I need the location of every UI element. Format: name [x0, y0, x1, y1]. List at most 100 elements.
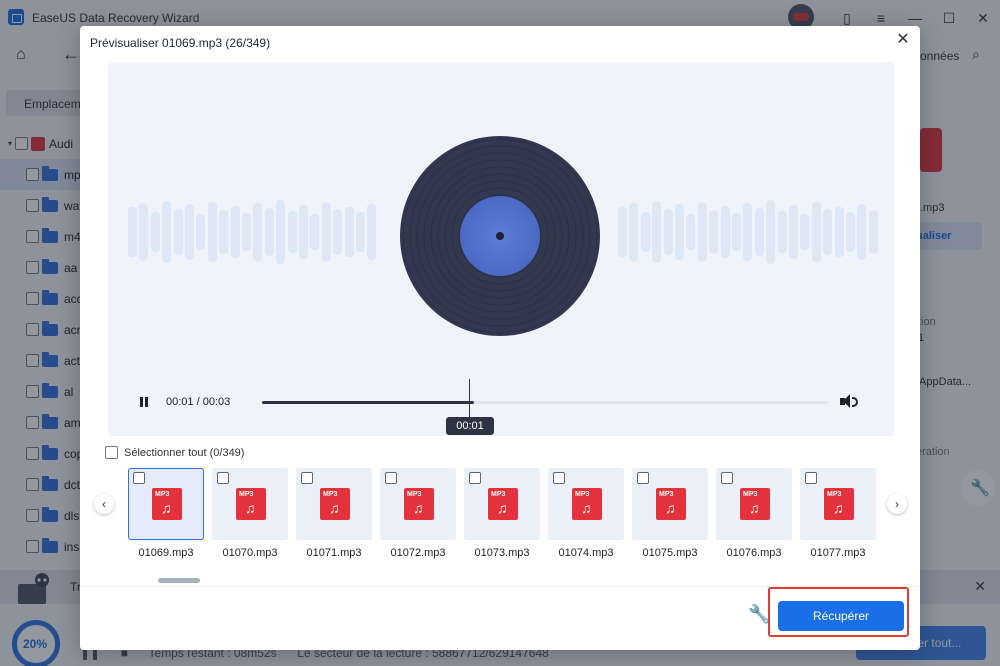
waveform-bar: [675, 204, 684, 260]
next-arrow-icon[interactable]: ›: [887, 494, 907, 514]
waveform-bar: [777, 211, 787, 253]
waveform-bar: [139, 203, 149, 261]
thumbnail-checkbox[interactable]: [637, 472, 649, 484]
volume-icon[interactable]: [840, 394, 858, 410]
audio-player: 00:01 / 00:03 00:01: [108, 62, 894, 436]
vinyl-record-icon: [400, 136, 600, 336]
thumbnail-name: 01076.mp3: [726, 547, 782, 559]
time-tooltip: 00:01: [446, 417, 494, 435]
waveform-bar: [356, 212, 365, 252]
thumbnail-checkbox[interactable]: [805, 472, 817, 484]
dialog-title: Prévisualiser 01069.mp3 (26/349): [90, 36, 271, 50]
thumbnail-name: 01069.mp3: [138, 547, 194, 559]
recover-button-label: Récupérer: [812, 609, 870, 623]
thumbnail-checkbox[interactable]: [553, 472, 565, 484]
thumbnail-checkbox[interactable]: [721, 472, 733, 484]
seek-bar-progress: [262, 401, 475, 404]
mp3-file-icon: MP3 ♫: [404, 488, 434, 520]
thumbnail-checkbox[interactable]: [385, 472, 397, 484]
waveform-bar: [652, 201, 662, 263]
waveform-bar: [823, 209, 833, 255]
mp3-file-icon: MP3 ♫: [236, 488, 266, 520]
waveform-bar: [663, 209, 673, 255]
thumbnail-checkbox[interactable]: [301, 472, 313, 484]
waveform-bar: [196, 214, 206, 250]
thumbnail-checkbox[interactable]: [217, 472, 229, 484]
waveform-bar: [242, 213, 251, 251]
thumbnail[interactable]: MP3 ♫ 01076.mp3: [716, 468, 792, 564]
mp3-file-icon: MP3 ♫: [320, 488, 350, 520]
waveform-bar: [162, 201, 172, 263]
waveform-bar: [789, 205, 798, 259]
waveform-bar: [743, 203, 753, 261]
waveform-bar: [811, 202, 821, 262]
mp3-file-icon: MP3 ♫: [488, 488, 518, 520]
thumbnail-checkbox[interactable]: [469, 472, 481, 484]
seek-handle[interactable]: [469, 379, 470, 419]
thumbnail-name: 01072.mp3: [390, 547, 446, 559]
horizontal-scrollbar[interactable]: [158, 578, 200, 583]
thumbnail[interactable]: MP3 ♫ 01072.mp3: [380, 468, 456, 564]
thumbnail[interactable]: MP3 ♫ 01074.mp3: [548, 468, 624, 564]
thumbnail-name: 01073.mp3: [474, 547, 530, 559]
pause-icon[interactable]: [138, 396, 150, 408]
waveform-bar: [173, 209, 183, 255]
mp3-file-icon: MP3 ♫: [572, 488, 602, 520]
select-all-label: Sélectionner tout (0/349): [124, 446, 245, 459]
thumbnail[interactable]: MP3 ♫ 01077.mp3: [800, 468, 876, 564]
time-tooltip-label: 00:01: [456, 420, 484, 432]
waveform-bar: [299, 205, 308, 259]
prev-arrow-icon[interactable]: ‹: [94, 494, 114, 514]
thumbnail[interactable]: MP3 ♫ 01070.mp3: [212, 468, 288, 564]
thumbnail-name: 01075.mp3: [642, 547, 698, 559]
thumbnail[interactable]: MP3 ♫ 01071.mp3: [296, 468, 372, 564]
waveform-bar: [185, 204, 194, 260]
thumbnail[interactable]: MP3 ♫ 01073.mp3: [464, 468, 540, 564]
waveform-bar: [640, 212, 650, 252]
mp3-file-icon: MP3 ♫: [740, 488, 770, 520]
mp3-file-icon: MP3 ♫: [656, 488, 686, 520]
waveform-bar: [287, 211, 297, 253]
waveform-bar: [846, 212, 855, 252]
select-all-checkbox[interactable]: [105, 446, 118, 459]
thumbnail-checkbox[interactable]: [133, 472, 145, 484]
thumbnail-name: 01071.mp3: [306, 547, 362, 559]
thumbnail-name: 01077.mp3: [810, 547, 866, 559]
waveform-bar: [720, 206, 730, 258]
waveform-bar: [629, 203, 639, 261]
waveform-bar: [618, 207, 627, 257]
waveform-bar: [857, 204, 867, 260]
waveform-bar: [754, 208, 764, 256]
waveform-bar: [709, 210, 719, 254]
thumbnail-strip: MP3 ♫ 01069.mp3 MP3 ♫ 01070.mp3 MP3 ♫ 01071…: [128, 468, 880, 564]
waveform-bar: [333, 209, 343, 255]
waveform-bar: [253, 203, 263, 261]
preview-dialog: Prévisualiser 01069.mp3 (26/349) ✕ 00:01…: [80, 26, 920, 650]
thumbnail[interactable]: MP3 ♫ 01069.mp3: [128, 468, 204, 564]
select-all[interactable]: Sélectionner tout (0/349): [105, 446, 244, 459]
waveform-bar: [207, 202, 217, 262]
waveform-bar: [344, 207, 354, 257]
seek-bar[interactable]: [262, 401, 828, 404]
mp3-file-icon: MP3 ♫: [152, 488, 182, 520]
waveform-bar: [276, 200, 286, 264]
waveform-bar: [800, 214, 810, 250]
vinyl-hole: [496, 232, 504, 240]
thumbnail[interactable]: MP3 ♫ 01075.mp3: [632, 468, 708, 564]
recover-button[interactable]: Récupérer: [778, 601, 904, 631]
waveform-bar: [150, 212, 160, 252]
close-icon[interactable]: ✕: [894, 31, 912, 49]
waveform-bar: [766, 200, 776, 264]
waveform-bar: [732, 213, 741, 251]
waveform-bar: [697, 202, 707, 262]
waveform-bar: [868, 210, 878, 254]
waveform-bar: [264, 208, 274, 256]
waveform-bar: [367, 204, 377, 260]
waveform-bar: [230, 206, 240, 258]
waveform-bar: [321, 202, 331, 262]
playback-time: 00:01 / 00:03: [166, 396, 231, 408]
waveform-bar: [219, 210, 229, 254]
waveform-bar: [686, 214, 696, 250]
waveform-bar: [128, 207, 137, 257]
waveform-bar: [834, 207, 844, 257]
